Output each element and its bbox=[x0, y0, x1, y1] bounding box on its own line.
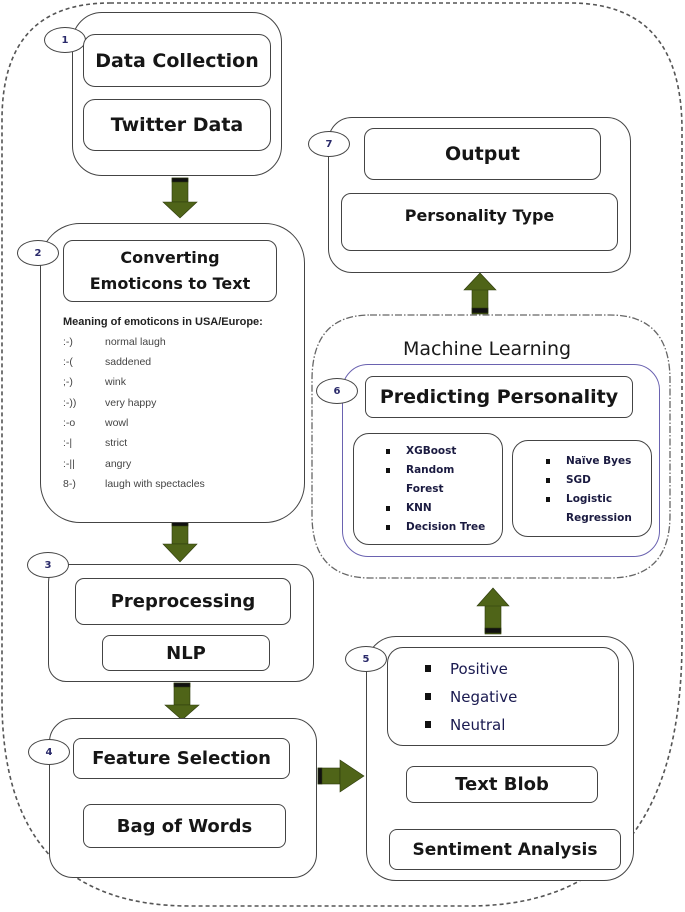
emoticon-table-title: Meaning of emoticons in USA/Europe: bbox=[63, 316, 263, 328]
algorithm-random-forest: Random Forest bbox=[384, 461, 466, 499]
emoticon-row: :-| strict bbox=[63, 437, 128, 449]
algorithm-knn: KNN bbox=[384, 499, 499, 518]
step6-title: Predicting Personality bbox=[365, 376, 633, 418]
step5-badge: 5 bbox=[345, 646, 387, 672]
sentiment-negative: Negative bbox=[420, 683, 517, 711]
step2-title: Converting Emoticons to Text bbox=[63, 240, 277, 302]
emoticon-row: 8-) laugh with spectacles bbox=[63, 478, 205, 490]
step7-title: Output bbox=[364, 128, 601, 180]
algorithm-logistic-regression: Logistic Regression bbox=[544, 490, 636, 528]
algorithm-sgd: SGD bbox=[544, 471, 649, 490]
step5-tool: Text Blob bbox=[406, 766, 598, 803]
step1-subtitle: Twitter Data bbox=[83, 99, 271, 151]
step7-badge: 7 bbox=[308, 131, 350, 157]
algorithm-naive-bayes: Naïve Byes bbox=[544, 452, 649, 471]
step1-title: Data Collection bbox=[83, 34, 271, 87]
arrow-step3-to-step4 bbox=[164, 682, 200, 721]
emoticon-row: :-(saddened bbox=[63, 356, 152, 368]
step4-badge: 4 bbox=[28, 739, 70, 765]
algorithms-right-list: Naïve Byes SGD Logistic Regression bbox=[544, 452, 649, 528]
step1-badge: 1 bbox=[44, 27, 86, 53]
step5-title: Sentiment Analysis bbox=[389, 829, 621, 870]
arrow-step5-to-step6 bbox=[476, 587, 510, 635]
step2-badge: 2 bbox=[17, 240, 59, 266]
emoticon-row: ;-) wink bbox=[63, 376, 127, 388]
step3-subtitle: NLP bbox=[102, 635, 270, 671]
sentiment-classes-list: Positive Negative Neutral bbox=[420, 655, 517, 739]
arrow-step6-to-step7 bbox=[463, 272, 497, 315]
ml-group-title: Machine Learning bbox=[403, 338, 572, 360]
algorithm-xgboost: XGBoost bbox=[384, 442, 499, 461]
arrow-step1-to-step2 bbox=[162, 177, 198, 219]
emoticon-row: :-|| angry bbox=[63, 458, 132, 470]
step4-title: Feature Selection bbox=[73, 738, 290, 779]
algorithm-decision-tree: Decision Tree bbox=[384, 518, 499, 537]
step3-title: Preprocessing bbox=[75, 578, 291, 625]
algorithms-left-list: XGBoost Random Forest KNN Decision Tree bbox=[384, 442, 499, 537]
step3-badge: 3 bbox=[27, 552, 69, 578]
step6-badge: 6 bbox=[316, 378, 358, 404]
arrow-step2-to-step3 bbox=[162, 521, 198, 563]
emoticon-row: :-) normal laugh bbox=[63, 336, 166, 348]
step4-subtitle: Bag of Words bbox=[83, 804, 286, 848]
sentiment-positive: Positive bbox=[420, 655, 517, 683]
arrow-step4-to-step5 bbox=[317, 759, 365, 793]
step7-subtitle: Personality Type bbox=[341, 193, 618, 251]
sentiment-neutral: Neutral bbox=[420, 711, 517, 739]
emoticon-row: :-o wowl bbox=[63, 417, 129, 429]
emoticon-row: :-)) very happy bbox=[63, 397, 157, 409]
